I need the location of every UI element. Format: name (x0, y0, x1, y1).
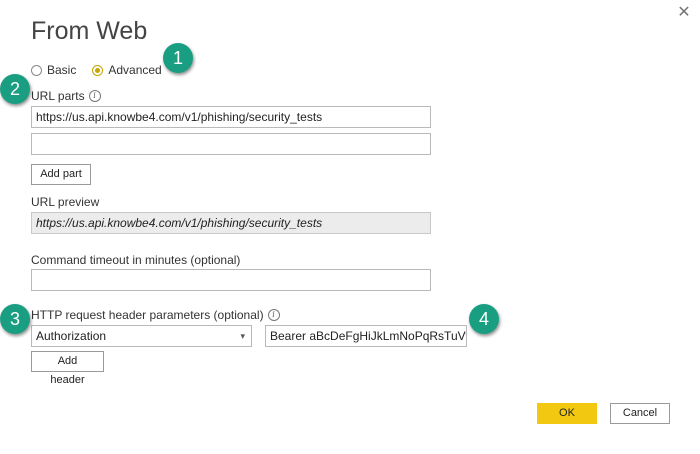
radio-advanced-label: Advanced (108, 63, 162, 77)
radio-basic-label: Basic (47, 63, 77, 77)
headers-label-row: HTTP request header parameters (optional… (31, 308, 280, 322)
radio-basic-circle-icon[interactable] (31, 64, 42, 76)
info-icon: i (267, 309, 280, 321)
url-part-input-1[interactable]: https://us.api.knowbe4.com/v1/phishing/s… (31, 106, 431, 128)
radio-advanced[interactable]: Advanced (92, 63, 162, 77)
add-header-button[interactable]: Add header (31, 351, 104, 386)
headers-label: HTTP request header parameters (optional… (31, 308, 264, 322)
radio-advanced-circle-icon[interactable] (92, 64, 104, 76)
url-parts-label: URL parts (31, 89, 85, 103)
url-parts-label-row: URL parts i (31, 89, 101, 103)
url-preview-field: https://us.api.knowbe4.com/v1/phishing/s… (31, 212, 431, 234)
callout-badge-3: 3 (0, 304, 30, 334)
callout-badge-2: 2 (0, 74, 30, 104)
ok-button[interactable]: OK (537, 403, 597, 424)
cancel-button[interactable]: Cancel (610, 403, 670, 424)
header-name-select[interactable]: Authorization ▾ (31, 325, 252, 347)
add-part-button[interactable]: Add part (31, 164, 91, 185)
url-part-input-2[interactable] (31, 133, 431, 155)
url-preview-label: URL preview (31, 195, 100, 209)
chevron-down-icon: ▾ (240, 331, 245, 341)
dialog-title: From Web (31, 17, 148, 45)
callout-badge-4: 4 (469, 304, 499, 334)
mode-radio-group: Basic Advanced (31, 63, 178, 77)
close-icon[interactable]: ✕ (675, 4, 693, 22)
timeout-label: Command timeout in minutes (optional) (31, 253, 241, 267)
header-value-input[interactable]: Bearer aBcDeFgHiJkLmNoPqRsTuVwX (265, 325, 467, 347)
header-name-value: Authorization (36, 329, 107, 343)
callout-badge-1: 1 (163, 43, 193, 73)
radio-basic[interactable]: Basic (31, 63, 76, 77)
timeout-input[interactable] (31, 269, 431, 291)
info-icon: i (88, 90, 101, 102)
